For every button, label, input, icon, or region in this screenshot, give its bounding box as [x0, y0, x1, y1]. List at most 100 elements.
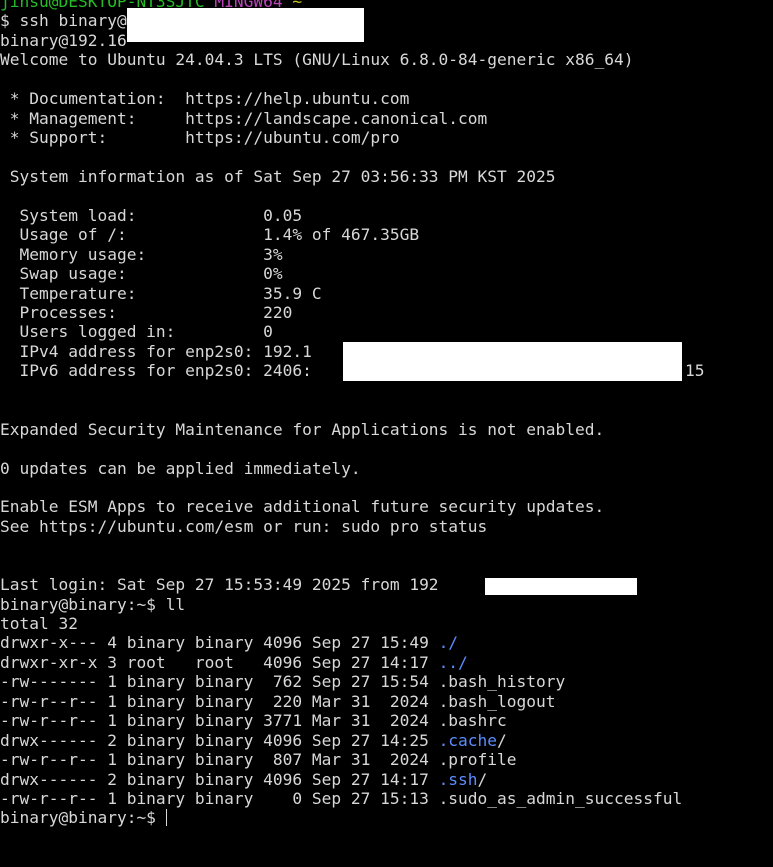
ipv6-label: IPv6 address for enp2s0: [0, 361, 264, 381]
sysinfo-label: Users logged in: [0, 322, 264, 342]
listing-meta: drwx------ 2 binary binary 4096 Sep 27 1… [0, 769, 439, 789]
listing-meta: drwxr-x--- 4 binary binary 4096 Sep 27 1… [0, 633, 439, 653]
esm-notice: Expanded Security Maintenance for Applic… [0, 419, 605, 439]
sysinfo-row: System load: 0.05 [0, 206, 773, 225]
sysinfo-label: Temperature: [0, 283, 264, 303]
listing-row: drwxr-x--- 4 binary binary 4096 Sep 27 1… [0, 633, 773, 652]
ipv6-row: IPv6 address for enp2s0: 2406: 15 [0, 361, 773, 380]
sysinfo-value: 3% [263, 244, 283, 264]
remote-prompt: binary@binary:~$ [0, 594, 166, 614]
esm-enable-line: See https://ubuntu.com/esm or run: sudo … [0, 517, 773, 536]
listing-filename: .ssh [438, 769, 478, 789]
updates-line: 0 updates can be applied immediately. [0, 459, 773, 478]
welcome-text: Welcome to Ubuntu 24.04.3 LTS (GNU/Linux… [0, 50, 634, 70]
terminal-window[interactable]: jinsu@DESKTOP-NT3SJTC MINGW64 ~ $ ssh bi… [0, 0, 773, 867]
esm-enable-text: Enable ESM Apps to receive additional fu… [0, 497, 605, 517]
link-support: * Support: https://ubuntu.com/pro [0, 128, 773, 147]
ipv4-label: IPv4 address for enp2s0: [0, 341, 264, 361]
remote-prompt: binary@binary:~$ [0, 808, 166, 828]
ipv6-suffix: 15 [685, 361, 705, 381]
listing-row: drwxr-xr-x 3 root root 4096 Sep 27 14:17… [0, 653, 773, 672]
esm-enable-line: Enable ESM Apps to receive additional fu… [0, 497, 773, 516]
sysinfo-row: Processes: 220 [0, 303, 773, 322]
sysinfo-label: Processes: [0, 303, 264, 322]
listing-row: -rw-r--r-- 1 binary binary 0 Sep 27 15:1… [0, 789, 773, 808]
link-label: * Management: [0, 108, 186, 128]
final-prompt-line[interactable]: binary@binary:~$ [0, 808, 773, 827]
ssh-command-line: $ ssh binary@ [0, 8, 773, 43]
listing-meta: -rw-r--r-- 1 binary binary 3771 Mar 31 2… [0, 711, 439, 731]
listing-filename: .cache [438, 730, 498, 750]
command-text: ll [165, 594, 186, 614]
total-text: total 32 [0, 614, 78, 633]
sysinfo-value: 0 [263, 322, 273, 342]
sysinfo-row: Temperature: 35.9 C [0, 284, 773, 303]
text-cursor [165, 809, 167, 827]
updates-text: 0 updates can be applied immediately. [0, 458, 361, 478]
sysinfo-header-text: System information as of Sat Sep 27 03:5… [0, 166, 556, 186]
listing-filename: ./ [438, 633, 459, 653]
listing-meta: -rw------- 1 binary binary 762 Sep 27 15… [0, 672, 439, 692]
last-login-line: Last login: Sat Sep 27 15:53:49 2025 fro… [0, 575, 773, 596]
password-prompt-line: binary@192.16 [0, 31, 773, 50]
local-prompt-line: jinsu@DESKTOP-NT3SJTC MINGW64 ~ [0, 0, 773, 11]
listing-meta: -rw-r--r-- 1 binary binary 807 Mar 31 20… [0, 750, 439, 770]
sysinfo-value: 220 [263, 303, 293, 322]
sysinfo-row: Users logged in: 0 [0, 322, 773, 341]
listing-filename: .profile [438, 750, 517, 770]
listing-filename: ../ [438, 652, 468, 672]
sysinfo-value: 0.05 [263, 205, 303, 225]
listing-row: drwx------ 2 binary binary 4096 Sep 27 1… [0, 731, 773, 750]
link-label: * Support: [0, 128, 186, 148]
sysinfo-label: Usage of /: [0, 225, 264, 245]
link-url[interactable]: https://help.ubuntu.com [185, 89, 409, 108]
listing-filename: .sudo_as_admin_successful [438, 788, 683, 808]
directory-listing: drwxr-x--- 4 binary binary 4096 Sep 27 1… [0, 633, 773, 808]
ipv6-value: 2406: [263, 361, 312, 381]
sysinfo-header: System information as of Sat Sep 27 03:5… [0, 167, 773, 186]
listing-row: -rw-r--r-- 1 binary binary 220 Mar 31 20… [0, 692, 773, 711]
listing-meta: drwxr-xr-x 3 root root 4096 Sep 27 14:17 [0, 652, 439, 672]
listing-meta: -rw-r--r-- 1 binary binary 0 Sep 27 15:1… [0, 788, 439, 808]
link-management: * Management: https://landscape.canonica… [0, 109, 773, 128]
command-line: binary@binary:~$ ll [0, 595, 773, 614]
sysinfo-row: Memory usage: 3% [0, 245, 773, 264]
sysinfo-value: 35.9 C [263, 283, 322, 303]
listing-row: drwx------ 2 binary binary 4096 Sep 27 1… [0, 770, 773, 789]
listing-row: -rw------- 1 binary binary 762 Sep 27 15… [0, 672, 773, 691]
link-label: * Documentation: [0, 89, 186, 109]
listing-filename: .bash_history [438, 672, 566, 692]
password-prompt: binary@192.16 [0, 30, 127, 50]
listing-meta: -rw-r--r-- 1 binary binary 220 Mar 31 20… [0, 691, 439, 711]
esm-enable-text: See https://ubuntu.com/esm or run: sudo … [0, 516, 488, 536]
listing-row: -rw-r--r-- 1 binary binary 3771 Mar 31 2… [0, 711, 773, 730]
esm-notice-line: Expanded Security Maintenance for Applic… [0, 420, 773, 439]
sysinfo-row: Swap usage: 0% [0, 264, 773, 283]
link-url[interactable]: https://ubuntu.com/pro [185, 128, 399, 147]
total-line: total 32 [0, 614, 773, 633]
sysinfo-value: 0% [263, 264, 283, 284]
sysinfo-label: System load: [0, 205, 264, 225]
link-url[interactable]: https://landscape.canonical.com [185, 109, 487, 128]
listing-suffix: / [477, 769, 488, 789]
sysinfo-row: Usage of /: 1.4% of 467.35GB [0, 225, 773, 244]
ipv4-value: 192.1 [263, 341, 312, 361]
sysinfo-value: 1.4% of 467.35GB [263, 225, 420, 245]
listing-meta: drwx------ 2 binary binary 4096 Sep 27 1… [0, 730, 439, 750]
listing-filename: .bashrc [438, 711, 507, 731]
listing-suffix: / [497, 730, 507, 750]
link-documentation: * Documentation: https://help.ubuntu.com [0, 89, 773, 108]
sysinfo-label: Memory usage: [0, 244, 264, 264]
listing-row: -rw-r--r-- 1 binary binary 807 Mar 31 20… [0, 750, 773, 769]
listing-filename: .bash_logout [438, 691, 556, 711]
redacted-login-ip [485, 578, 637, 596]
